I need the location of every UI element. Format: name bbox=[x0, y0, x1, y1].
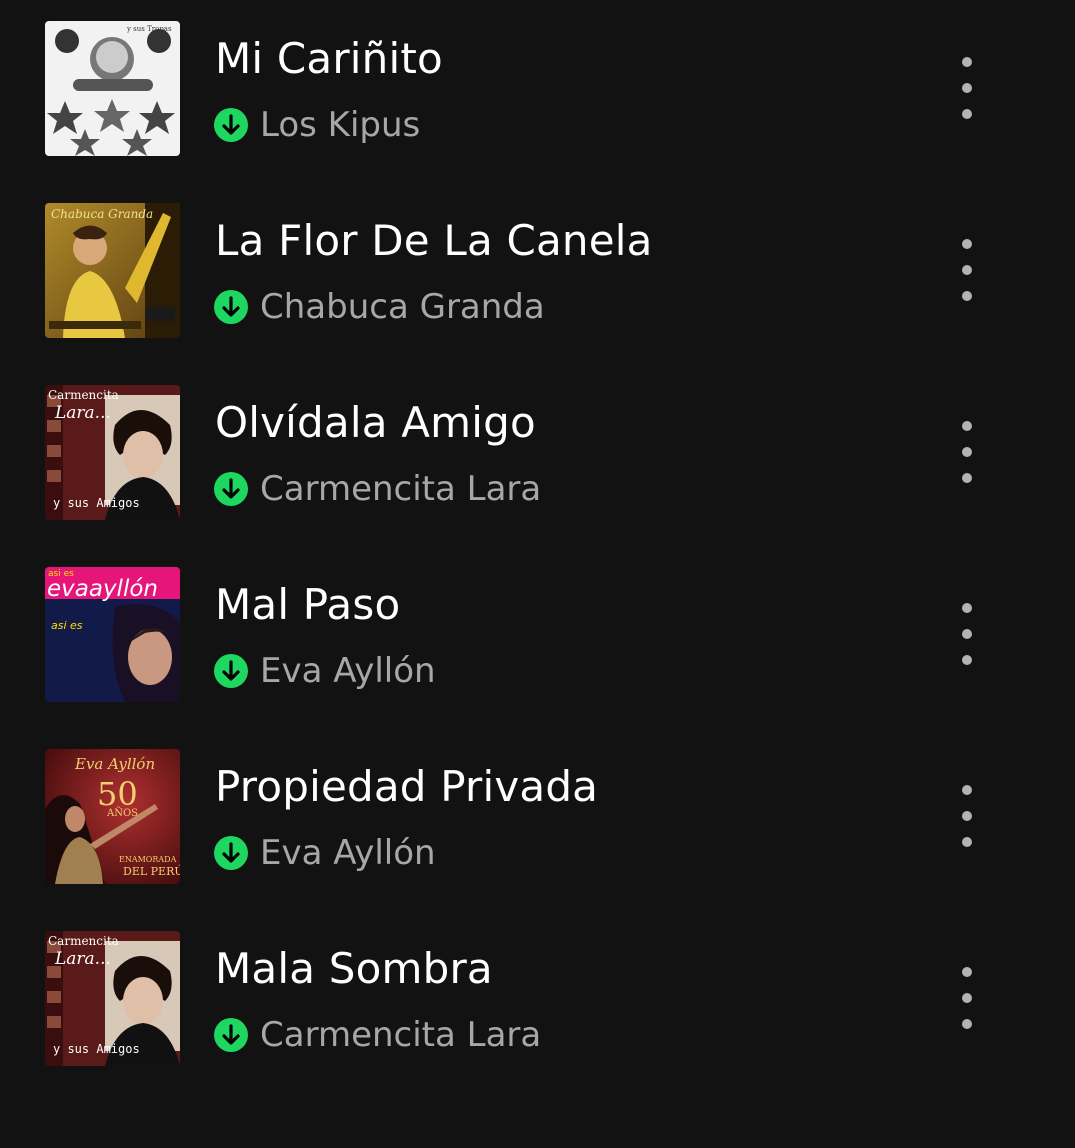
downloaded-icon bbox=[214, 108, 248, 142]
album-cover[interactable]: Chabuca Granda bbox=[45, 203, 180, 338]
track-title[interactable]: Mal Paso bbox=[215, 579, 400, 631]
cover-text: y sus Tropas bbox=[126, 25, 172, 33]
more-options-button[interactable] bbox=[942, 597, 992, 671]
track-row[interactable]: Chabuca Granda La Flor De La Canela Chab… bbox=[0, 203, 1075, 385]
cover-text: ENAMORADA bbox=[119, 855, 177, 864]
downloaded-icon bbox=[214, 1018, 248, 1052]
more-vertical-icon bbox=[962, 421, 972, 431]
track-artist[interactable]: Los Kipus bbox=[260, 105, 420, 145]
album-cover[interactable]: Carmencita Lara... y sus Amigos bbox=[45, 931, 180, 1066]
more-vertical-icon bbox=[962, 655, 972, 665]
more-vertical-icon bbox=[962, 811, 972, 821]
cover-text: DEL PERÚ bbox=[123, 864, 180, 878]
cover-text: y sus Amigos bbox=[53, 1042, 140, 1056]
track-artist[interactable]: Carmencita Lara bbox=[260, 469, 541, 509]
track-row[interactable]: Carmencita Lara... y sus Amigos Olvídala… bbox=[0, 385, 1075, 567]
track-title[interactable]: Olvídala Amigo bbox=[215, 397, 536, 449]
track-row[interactable]: asi es evaayllón asi es Mal Paso Eva Ayl… bbox=[0, 567, 1075, 749]
more-vertical-icon bbox=[962, 447, 972, 457]
album-cover[interactable]: Eva Ayllón 50 AÑOS ENAMORADA DEL PERÚ bbox=[45, 749, 180, 884]
more-vertical-icon bbox=[962, 629, 972, 639]
more-vertical-icon bbox=[962, 57, 972, 67]
cover-text: Eva Ayllón bbox=[74, 755, 155, 773]
track-artist[interactable]: Eva Ayllón bbox=[260, 833, 436, 873]
cover-text: evaayllón bbox=[47, 576, 158, 602]
more-options-button[interactable] bbox=[942, 779, 992, 853]
more-vertical-icon bbox=[962, 473, 972, 483]
more-vertical-icon bbox=[962, 837, 972, 847]
more-vertical-icon bbox=[962, 83, 972, 93]
track-title[interactable]: Propiedad Privada bbox=[215, 761, 598, 813]
more-vertical-icon bbox=[962, 239, 972, 249]
more-vertical-icon bbox=[962, 993, 972, 1003]
track-title[interactable]: Mi Cariñito bbox=[215, 33, 443, 85]
track-row[interactable]: Eva Ayllón 50 AÑOS ENAMORADA DEL PERÚ Pr… bbox=[0, 749, 1075, 931]
album-cover[interactable]: asi es evaayllón asi es bbox=[45, 567, 180, 702]
album-cover[interactable]: y sus Tropas bbox=[45, 21, 180, 156]
cover-text: Chabuca Granda bbox=[51, 207, 153, 221]
track-artist[interactable]: Eva Ayllón bbox=[260, 651, 436, 691]
more-vertical-icon bbox=[962, 967, 972, 977]
downloaded-icon bbox=[214, 472, 248, 506]
more-vertical-icon bbox=[962, 603, 972, 613]
track-subtitle: Chabuca Granda bbox=[214, 287, 545, 327]
track-subtitle: Carmencita Lara bbox=[214, 1015, 541, 1055]
downloaded-icon bbox=[214, 290, 248, 324]
cover-text: y sus Amigos bbox=[53, 496, 140, 510]
more-options-button[interactable] bbox=[942, 233, 992, 307]
more-options-button[interactable] bbox=[942, 415, 992, 489]
downloaded-icon bbox=[214, 654, 248, 688]
album-art-los-kipus-icon: y sus Tropas bbox=[45, 21, 180, 156]
album-art-carmencita-lara-icon: Carmencita Lara... y sus Amigos bbox=[45, 385, 180, 520]
cover-text: Lara... bbox=[54, 949, 111, 969]
cover-text: Lara... bbox=[54, 403, 111, 423]
more-vertical-icon bbox=[962, 291, 972, 301]
track-subtitle: Eva Ayllón bbox=[214, 651, 436, 691]
more-vertical-icon bbox=[962, 109, 972, 119]
track-subtitle: Carmencita Lara bbox=[214, 469, 541, 509]
track-row[interactable]: y sus Tropas Mi Cariñito Los Kipus bbox=[0, 21, 1075, 203]
album-art-chabuca-granda-icon: Chabuca Granda bbox=[45, 203, 180, 338]
album-art-eva-ayllon-asi-es-icon: asi es evaayllón asi es bbox=[45, 567, 180, 702]
downloaded-icon bbox=[214, 836, 248, 870]
more-vertical-icon bbox=[962, 785, 972, 795]
album-art-eva-ayllon-50-anos-icon: Eva Ayllón 50 AÑOS ENAMORADA DEL PERÚ bbox=[45, 749, 180, 884]
more-vertical-icon bbox=[962, 1019, 972, 1029]
more-options-button[interactable] bbox=[942, 51, 992, 125]
more-options-button[interactable] bbox=[942, 961, 992, 1035]
more-vertical-icon bbox=[962, 265, 972, 275]
track-artist[interactable]: Carmencita Lara bbox=[260, 1015, 541, 1055]
track-row[interactable]: Carmencita Lara... y sus Amigos Mala Som… bbox=[0, 931, 1075, 1113]
track-subtitle: Eva Ayllón bbox=[214, 833, 436, 873]
track-list: y sus Tropas Mi Cariñito Los Kipus Chabu… bbox=[0, 21, 1075, 1113]
track-subtitle: Los Kipus bbox=[214, 105, 420, 145]
cover-text: Carmencita bbox=[48, 388, 119, 402]
album-art-carmencita-lara-icon: Carmencita Lara... y sus Amigos bbox=[45, 931, 180, 1066]
cover-text: asi es bbox=[51, 619, 83, 632]
track-title[interactable]: La Flor De La Canela bbox=[215, 215, 653, 267]
cover-text: Carmencita bbox=[48, 934, 119, 948]
cover-text: AÑOS bbox=[106, 807, 138, 819]
track-title[interactable]: Mala Sombra bbox=[215, 943, 493, 995]
track-artist[interactable]: Chabuca Granda bbox=[260, 287, 545, 327]
album-cover[interactable]: Carmencita Lara... y sus Amigos bbox=[45, 385, 180, 520]
